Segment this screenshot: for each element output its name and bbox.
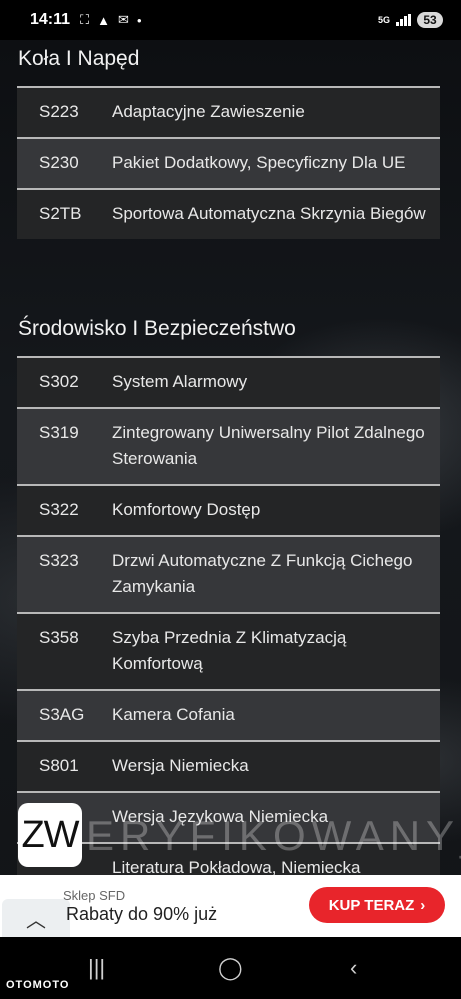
table-row: S223 Adaptacyjne Zawieszenie [17,86,440,137]
option-code: S2TB [39,204,82,223]
option-name: Adaptacyjne Zawieszenie [112,102,305,121]
warning-icon: ▲ [97,12,111,28]
section-title-wheels: Koła I Napęd [18,47,140,70]
chevron-up-icon: ︿ [26,909,46,932]
chevron-right-icon: › [420,896,426,914]
status-bar: 14:11 ⛶ ▲ ✉ • 5G 53 [0,0,461,40]
watermark-text: ERYFIKOWANY_ [86,812,461,859]
status-time: 14:11 [30,11,71,28]
option-code: S358 [39,628,79,647]
status-right: 5G 53 [378,12,443,28]
table-row: S323 Drzwi Automatyczne Z Funkcją Cicheg… [17,535,440,612]
table-row: S2TB Sportowa Automatyczna Skrzynia Bieg… [17,188,440,239]
table-row: S322 Komfortowy Dostęp [17,484,440,535]
table-row: S3AG Kamera Cofania [17,689,440,740]
section-title-safety: Środowisko I Bezpieczeństwo [18,317,296,340]
option-name: Szyba Przednia Z Klimatyzacją Komfortową [112,628,347,673]
collapse-ad-button[interactable]: ︿ [2,899,70,937]
option-code: S322 [39,500,79,519]
more-notifications-dot-icon: • [136,12,142,28]
buy-now-label: KUP TERAZ [328,896,415,914]
recent-apps-icon[interactable]: ||| [88,955,105,981]
signal-icon [396,14,411,26]
ad-store-name: Sklep SFD [63,888,126,903]
option-code: S302 [39,372,79,391]
table-row: S230 Pakiet Dodatkowy, Specyficzny Dla U… [17,137,440,188]
option-code: S801 [39,756,79,775]
option-name: Zintegrowany Uniwersalny Pilot Zdalnego … [112,423,425,468]
option-code: S323 [39,551,79,570]
table-row: S319 Zintegrowany Uniwersalny Pilot Zdal… [17,407,440,484]
table-row: S302 System Alarmowy [17,356,440,407]
option-code: S230 [39,153,79,172]
table-row: S801 Wersja Niemiecka [17,740,440,791]
option-name: System Alarmowy [112,372,248,391]
screenshot-icon: ⛶ [80,12,90,27]
notification-icons: ⛶ ▲ ✉ • [80,12,141,28]
watermark-logo: ZW [18,803,82,867]
option-name: Kamera Cofania [112,705,235,724]
brand-watermark: OTOMOTO [6,979,70,991]
option-name: Drzwi Automatyczne Z Funkcją Cichego Zam… [112,551,413,596]
option-name: Pakiet Dodatkowy, Specyficzny Dla UE [112,153,406,172]
option-code: S223 [39,102,79,121]
messenger-icon: ✉ [118,12,129,27]
home-icon[interactable]: ◯ [218,955,243,981]
network-type: 5G [377,15,390,25]
option-name: Sportowa Automatyczna Skrzynia Biegów [112,204,426,223]
back-icon[interactable]: ‹ [350,955,357,981]
battery-level: 53 [417,12,443,28]
ad-banner[interactable]: ︿ Sklep SFD Rabaty do 90% już KUP TERAZ … [0,875,461,937]
buy-now-button[interactable]: KUP TERAZ › [309,887,445,923]
option-name: Wersja Niemiecka [112,756,249,775]
option-name: Komfortowy Dostęp [112,500,261,519]
equipment-table-wheels: S223 Adaptacyjne Zawieszenie S230 Pakiet… [17,86,440,239]
ad-headline: Rabaty do 90% już [66,904,218,924]
option-code: S319 [39,423,79,442]
option-code: S3AG [39,705,85,724]
table-row: S358 Szyba Przednia Z Klimatyzacją Komfo… [17,612,440,689]
